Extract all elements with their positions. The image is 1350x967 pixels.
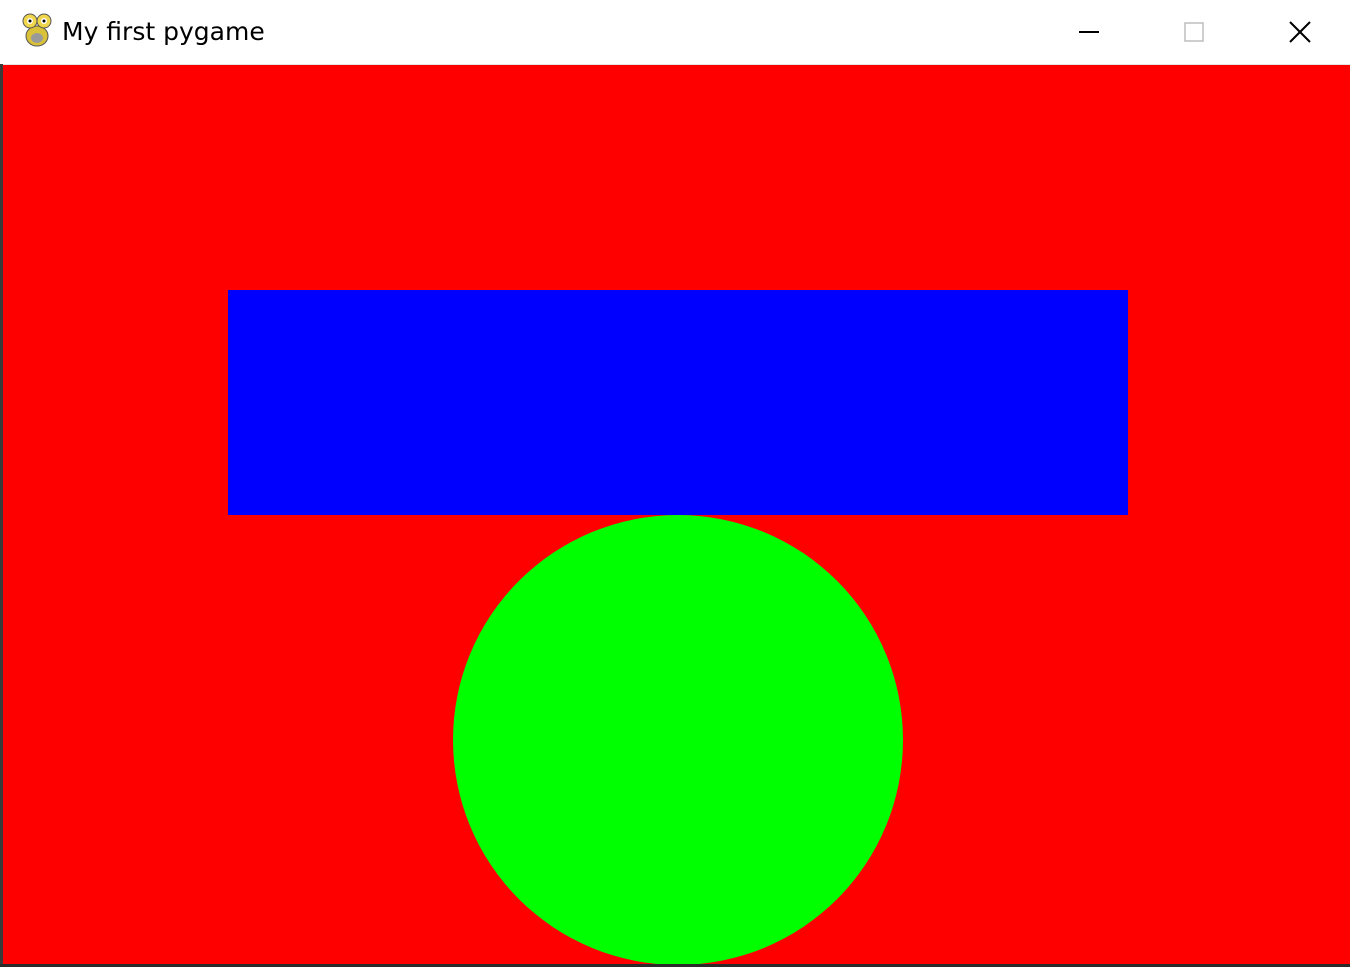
game-canvas[interactable] bbox=[3, 65, 1350, 964]
blue-rectangle bbox=[228, 290, 1128, 515]
green-circle bbox=[453, 515, 903, 964]
close-icon bbox=[1289, 21, 1311, 43]
minimize-icon bbox=[1079, 31, 1099, 33]
maximize-icon bbox=[1184, 22, 1204, 42]
title-bar[interactable]: My first pygame bbox=[0, 0, 1350, 65]
pygame-snake-icon bbox=[22, 13, 52, 47]
pygame-window: My first pygame bbox=[0, 0, 1350, 967]
window-title: My first pygame bbox=[62, 17, 265, 46]
minimize-button[interactable] bbox=[1043, 0, 1135, 64]
close-button[interactable] bbox=[1254, 0, 1346, 64]
maximize-button[interactable] bbox=[1148, 0, 1240, 64]
